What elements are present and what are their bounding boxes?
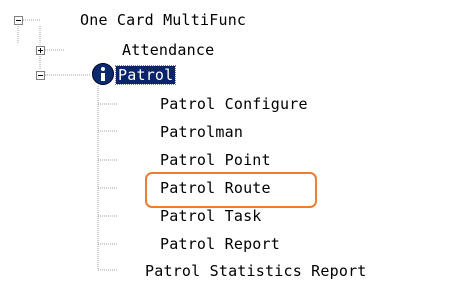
info-icon (92, 63, 114, 85)
tree-node-attendance[interactable]: Attendance (122, 41, 214, 59)
tree-node-patrol-report[interactable]: Patrol Report (160, 235, 280, 253)
patrol-collapse-toggle[interactable] (36, 71, 45, 80)
tree-node-patrolman[interactable]: Patrolman (160, 123, 243, 141)
tree-node-patrol-configure[interactable]: Patrol Configure (160, 95, 308, 113)
tree-node-one-card-multifunc[interactable]: One Card MultiFunc (80, 11, 246, 29)
navigation-tree: One Card MultiFunc Attendance Patrol Pat… (0, 0, 450, 284)
attendance-expand-toggle[interactable] (36, 46, 45, 55)
tree-node-patrol-task[interactable]: Patrol Task (160, 207, 262, 225)
tree-node-patrol[interactable]: Patrol (114, 65, 177, 85)
root-collapse-toggle[interactable] (14, 16, 23, 25)
tree-node-patrol-point[interactable]: Patrol Point (160, 151, 271, 169)
patrol-route-highlight (145, 172, 317, 208)
tree-node-patrol-statistics-report[interactable]: Patrol Statistics Report (145, 262, 367, 280)
